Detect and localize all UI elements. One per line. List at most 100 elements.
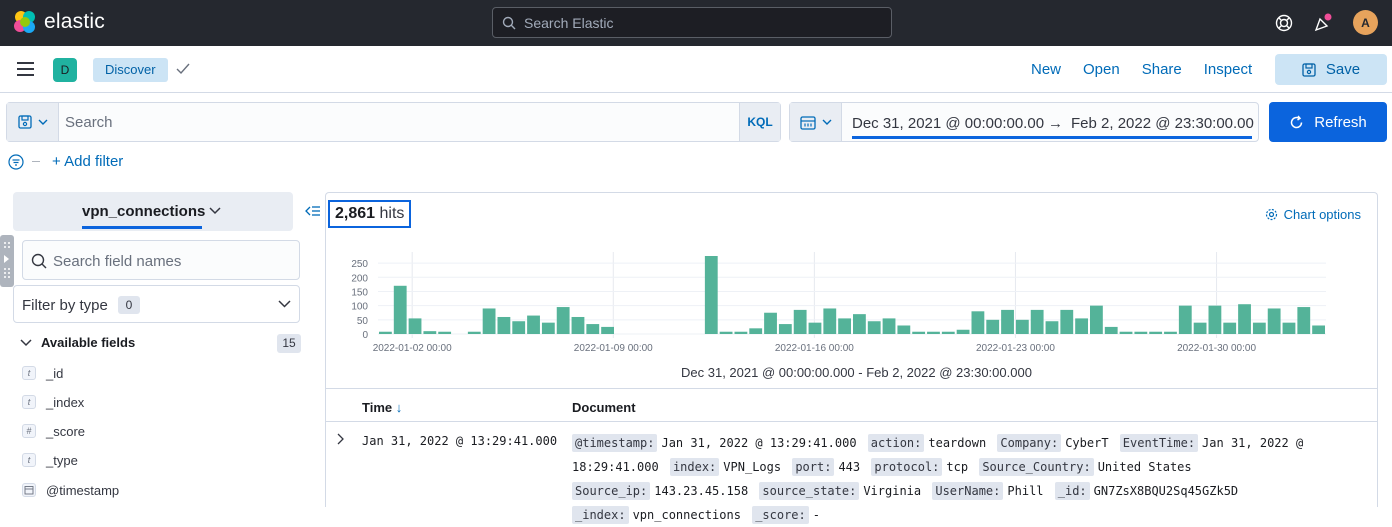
histogram-bar[interactable] [497, 316, 511, 334]
end-date[interactable]: Feb 2, 2022 @ 23:30:00.00 [1071, 115, 1254, 132]
field-value: Phill [1007, 484, 1044, 498]
histogram-bar[interactable] [1252, 322, 1266, 334]
field-item[interactable]: t _type [22, 450, 78, 470]
histogram-bar[interactable] [1015, 319, 1029, 334]
histogram-bar[interactable] [438, 331, 452, 334]
histogram-bar[interactable] [541, 322, 555, 334]
field-item[interactable]: @timestamp [22, 480, 119, 500]
histogram-bar[interactable] [1238, 304, 1251, 334]
histogram-bar[interactable] [512, 321, 526, 334]
histogram-bar[interactable] [941, 331, 955, 334]
histogram-bar[interactable] [586, 324, 600, 334]
histogram-bar[interactable] [1030, 309, 1044, 334]
histogram-bar[interactable] [719, 331, 733, 334]
histogram-bar[interactable] [601, 326, 614, 334]
new-link[interactable]: New [1031, 61, 1061, 78]
histogram-bar[interactable] [393, 285, 407, 334]
refresh-button[interactable]: Refresh [1269, 102, 1387, 142]
histogram-bar[interactable] [778, 324, 792, 334]
filter-options-icon[interactable] [8, 153, 26, 170]
elastic-logo[interactable]: elastic [12, 9, 105, 35]
resize-handle[interactable] [0, 235, 14, 287]
histogram-bar[interactable] [423, 331, 437, 334]
histogram-bar[interactable] [467, 331, 481, 334]
histogram-bar[interactable] [882, 318, 896, 334]
collapse-sidebar-icon[interactable] [305, 204, 321, 218]
histogram-bar[interactable] [1104, 326, 1118, 334]
histogram-bar[interactable] [823, 308, 837, 334]
global-search-input[interactable]: Search Elastic [492, 7, 892, 38]
field-name: _type [46, 452, 78, 468]
histogram-bar[interactable] [527, 315, 540, 334]
histogram-bar[interactable] [1045, 321, 1059, 334]
histogram-bar[interactable] [867, 321, 881, 334]
add-filter-button[interactable]: + Add filter [52, 153, 123, 170]
histogram-bar[interactable] [912, 331, 926, 334]
histogram-bar[interactable] [749, 328, 763, 334]
drag-handle-icon [4, 242, 10, 278]
histogram-bar[interactable] [1312, 325, 1325, 334]
breadcrumb-discover[interactable]: Discover [93, 58, 168, 82]
calendar-icon [24, 486, 34, 495]
histogram-bar[interactable] [1178, 305, 1192, 334]
histogram-bar[interactable] [1075, 318, 1088, 334]
inspect-link[interactable]: Inspect [1204, 61, 1252, 78]
help-icon[interactable] [1275, 14, 1293, 32]
histogram-bar[interactable] [1164, 331, 1177, 334]
quick-select-button[interactable] [790, 103, 842, 141]
field-item[interactable]: t _id [22, 363, 63, 383]
chevron-right-icon[interactable] [336, 433, 346, 445]
field-item[interactable]: # _score [22, 421, 85, 441]
share-link[interactable]: Share [1142, 61, 1182, 78]
time-column-header[interactable]: Time ↓ [362, 400, 402, 415]
histogram-bar[interactable] [408, 318, 422, 334]
histogram-bar[interactable] [808, 322, 822, 334]
histogram-chart[interactable]: 0 50 100 150 200 250 2022-01-02 00:00 2022-01-0… [326, 248, 1377, 363]
histogram-bar[interactable] [1060, 309, 1074, 334]
histogram-bar[interactable] [853, 314, 866, 334]
histogram-bar[interactable] [1149, 331, 1163, 334]
available-fields-header[interactable]: Available fields 15 [20, 334, 305, 354]
save-button[interactable]: Save [1275, 54, 1387, 85]
query-language-toggle[interactable]: KQL [739, 103, 780, 141]
histogram-bar[interactable] [704, 256, 718, 334]
histogram-bar[interactable] [1223, 322, 1237, 334]
space-avatar[interactable]: D [53, 58, 77, 82]
start-date[interactable]: Dec 31, 2021 @ 00:00:00.00 [852, 115, 1044, 132]
field-value: CyberT [1065, 436, 1109, 450]
histogram-bar[interactable] [1208, 305, 1222, 334]
menu-icon[interactable] [17, 62, 35, 76]
histogram-bar[interactable] [1001, 309, 1014, 334]
histogram-bar[interactable] [927, 331, 940, 334]
histogram-bar[interactable] [1134, 331, 1148, 334]
index-pattern-selector[interactable]: vpn_connections [13, 192, 293, 231]
news-feed-icon[interactable] [1313, 13, 1333, 33]
chart-options-button[interactable]: Chart options [1265, 207, 1361, 222]
histogram-bar[interactable] [986, 319, 1000, 334]
field-item[interactable]: t _index [22, 392, 84, 412]
histogram-bar[interactable] [764, 312, 777, 334]
histogram-bar[interactable] [971, 311, 985, 334]
histogram-bar[interactable] [1282, 322, 1296, 334]
user-avatar[interactable]: A [1353, 10, 1378, 35]
histogram-bar[interactable] [556, 307, 570, 334]
open-link[interactable]: Open [1083, 61, 1120, 78]
field-search-input[interactable]: Search field names [22, 240, 300, 280]
histogram-bar[interactable] [734, 331, 748, 334]
histogram-bar[interactable] [1297, 307, 1311, 334]
query-input[interactable]: Search [65, 114, 113, 131]
histogram-bar[interactable] [379, 331, 392, 334]
filter-by-type-dropdown[interactable]: Filter by type 0 [13, 285, 300, 323]
histogram-bar[interactable] [838, 318, 851, 334]
histogram-bar[interactable] [793, 309, 807, 334]
saved-query-button[interactable] [7, 103, 59, 141]
histogram-bar[interactable] [1267, 308, 1281, 334]
histogram-bar[interactable] [897, 325, 911, 334]
histogram-bar[interactable] [956, 329, 970, 334]
field-value: 443 [838, 460, 861, 474]
histogram-bar[interactable] [571, 316, 585, 334]
histogram-bar[interactable] [1119, 331, 1133, 334]
histogram-bar[interactable] [1090, 305, 1103, 334]
histogram-bar[interactable] [482, 308, 496, 334]
histogram-bar[interactable] [1193, 322, 1207, 334]
